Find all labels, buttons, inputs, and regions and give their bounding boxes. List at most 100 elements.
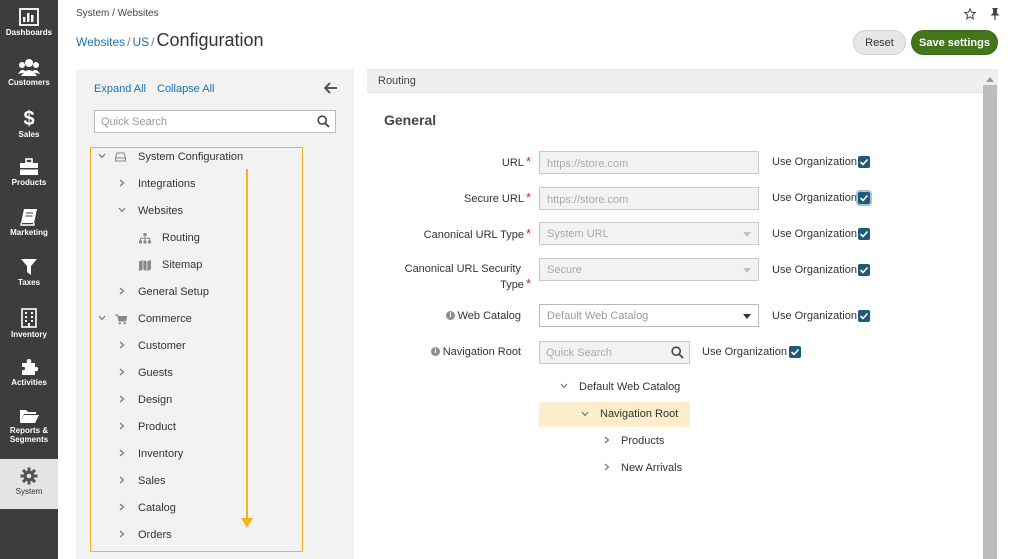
tree-item-routing[interactable]: Routing <box>91 229 302 249</box>
canonical-security-label-line2: Type * <box>500 276 531 291</box>
nav-item-inventory[interactable]: Inventory <box>0 300 58 350</box>
chevron-right-icon[interactable] <box>119 449 125 457</box>
tree-item-catalog[interactable]: Catalog <box>91 499 302 519</box>
tree-item-general-setup[interactable]: General Setup <box>91 283 302 303</box>
save-settings-button[interactable]: Save settings <box>911 30 998 55</box>
scroll-up-arrow[interactable] <box>986 77 994 82</box>
nav-item-reports-segments[interactable]: Reports & Segments <box>0 400 58 458</box>
canonical-security-select[interactable]: Secure <box>539 258 759 281</box>
tree-item-sitemap[interactable]: Sitemap <box>91 256 302 276</box>
reset-button[interactable]: Reset <box>853 30 906 55</box>
info-icon[interactable]: i <box>446 311 455 320</box>
nav-item-products[interactable]: Products <box>0 150 58 200</box>
tree-item-customer[interactable]: Customer <box>91 337 302 357</box>
svg-text:$: $ <box>23 108 34 128</box>
required-marker: * <box>525 190 531 205</box>
tree-item-product[interactable]: Product <box>91 418 302 438</box>
chevron-right-icon[interactable] <box>119 395 125 403</box>
chevron-right-icon[interactable] <box>119 503 125 511</box>
nav-item-marketing[interactable]: Marketing <box>0 200 58 250</box>
chevron-right-icon[interactable] <box>119 341 125 349</box>
expand-all-link[interactable]: Expand All <box>94 83 146 95</box>
arrow-left-icon[interactable] <box>324 82 338 94</box>
canonical-type-select[interactable]: System URL <box>539 222 759 245</box>
tree-item-label: Routing <box>162 232 200 244</box>
web-catalog-select[interactable]: Default Web Catalog <box>539 304 759 327</box>
crumb-us-link[interactable]: US <box>132 35 149 49</box>
check-icon <box>859 266 869 274</box>
chevron-down-icon[interactable] <box>581 411 589 417</box>
tree-item-websites[interactable]: Websites <box>91 202 302 222</box>
tree-item-label: Orders <box>138 529 172 541</box>
tree-item-label: Sitemap <box>162 259 203 271</box>
nav-tree-item-default-web-catalog[interactable]: Default Web Catalog <box>539 376 699 398</box>
chevron-down-icon[interactable] <box>98 315 106 321</box>
secure-url-use-org-label: Use Organization <box>772 192 857 204</box>
chevron-down-icon[interactable] <box>560 383 568 389</box>
search-icon[interactable] <box>671 346 684 359</box>
nav-tree-item-products[interactable]: Products <box>539 430 699 452</box>
nav-tree-item-navigation-root[interactable]: Navigation Root <box>539 402 690 427</box>
tree-search-input[interactable] <box>95 111 310 132</box>
tree-item-commerce[interactable]: Commerce <box>91 310 302 330</box>
tree-item-label: General Setup <box>138 286 209 298</box>
nav-tree-label: Products <box>621 435 665 447</box>
nav-root-search-input[interactable] <box>540 342 665 363</box>
chevron-right-icon[interactable] <box>119 530 125 538</box>
dollar-icon: $ <box>23 108 34 128</box>
secure-url-use-org-checkbox[interactable] <box>858 192 870 204</box>
web-catalog-use-org-label: Use Organization <box>772 310 857 322</box>
crumb-websites-link[interactable]: Websites <box>76 35 125 49</box>
check-icon <box>790 348 800 356</box>
chevron-right-icon[interactable] <box>604 463 610 471</box>
url-value: https://store.com <box>547 158 629 170</box>
tree-item-design[interactable]: Design <box>91 391 302 411</box>
nav-item-sales[interactable]: $ Sales <box>0 100 58 150</box>
chevron-right-icon[interactable] <box>119 179 125 187</box>
canonical-type-use-org-checkbox[interactable] <box>858 228 870 240</box>
url-label: URL * <box>502 154 531 169</box>
nav-label: Sales <box>18 130 40 139</box>
nav-tree-item-new-arrivals[interactable]: New Arrivals <box>539 457 699 479</box>
scroll-guide-line <box>246 169 248 519</box>
search-icon[interactable] <box>317 115 330 128</box>
chevron-right-icon[interactable] <box>119 287 125 295</box>
secure-url-field[interactable]: https://store.com <box>539 187 759 210</box>
tree-item-guests[interactable]: Guests <box>91 364 302 384</box>
url-use-org-checkbox[interactable] <box>858 156 870 168</box>
web-catalog-use-org-checkbox[interactable] <box>858 310 870 322</box>
url-label-text: URL <box>501 157 524 169</box>
nav-item-activities[interactable]: Activities <box>0 350 58 400</box>
nav-root-use-org-checkbox[interactable] <box>789 346 801 358</box>
tree-search-box <box>94 110 336 133</box>
chevron-right-icon[interactable] <box>119 368 125 376</box>
nav-item-customers[interactable]: Customers <box>0 50 58 100</box>
nav-item-dashboards[interactable]: Dashboards <box>0 0 58 50</box>
collapse-all-link[interactable]: Collapse All <box>157 83 214 95</box>
pin-icon[interactable] <box>990 8 1000 20</box>
canonical-security-use-org-checkbox[interactable] <box>858 264 870 276</box>
scroll-guide-arrowhead <box>241 518 253 528</box>
info-icon[interactable]: i <box>431 347 440 356</box>
dropdown-caret-icon <box>743 232 751 237</box>
tree-item-label: Design <box>138 394 173 406</box>
chevron-down-icon[interactable] <box>98 153 106 159</box>
content-scrollbar[interactable] <box>983 85 997 559</box>
tree-item-system-configuration[interactable]: System Configuration <box>91 148 302 168</box>
url-field[interactable]: https://store.com <box>539 151 759 174</box>
chevron-right-icon[interactable] <box>119 476 125 484</box>
chevron-right-icon[interactable] <box>119 422 125 430</box>
chevron-right-icon[interactable] <box>604 436 610 444</box>
tree-item-sales[interactable]: Sales <box>91 472 302 492</box>
tree-item-inventory[interactable]: Inventory <box>91 445 302 465</box>
star-icon[interactable] <box>964 8 976 20</box>
tree-highlight-box: System Configuration Integrations Websit… <box>90 147 303 552</box>
tree-item-integrations[interactable]: Integrations <box>91 175 302 195</box>
nav-item-taxes[interactable]: Taxes <box>0 250 58 300</box>
tree-item-label: Customer <box>138 340 186 352</box>
required-marker: * <box>525 154 531 169</box>
tree-item-orders[interactable]: Orders <box>91 526 302 546</box>
nav-label: Taxes <box>17 278 41 287</box>
chevron-down-icon[interactable] <box>118 207 126 213</box>
nav-item-system[interactable]: System <box>0 459 58 509</box>
